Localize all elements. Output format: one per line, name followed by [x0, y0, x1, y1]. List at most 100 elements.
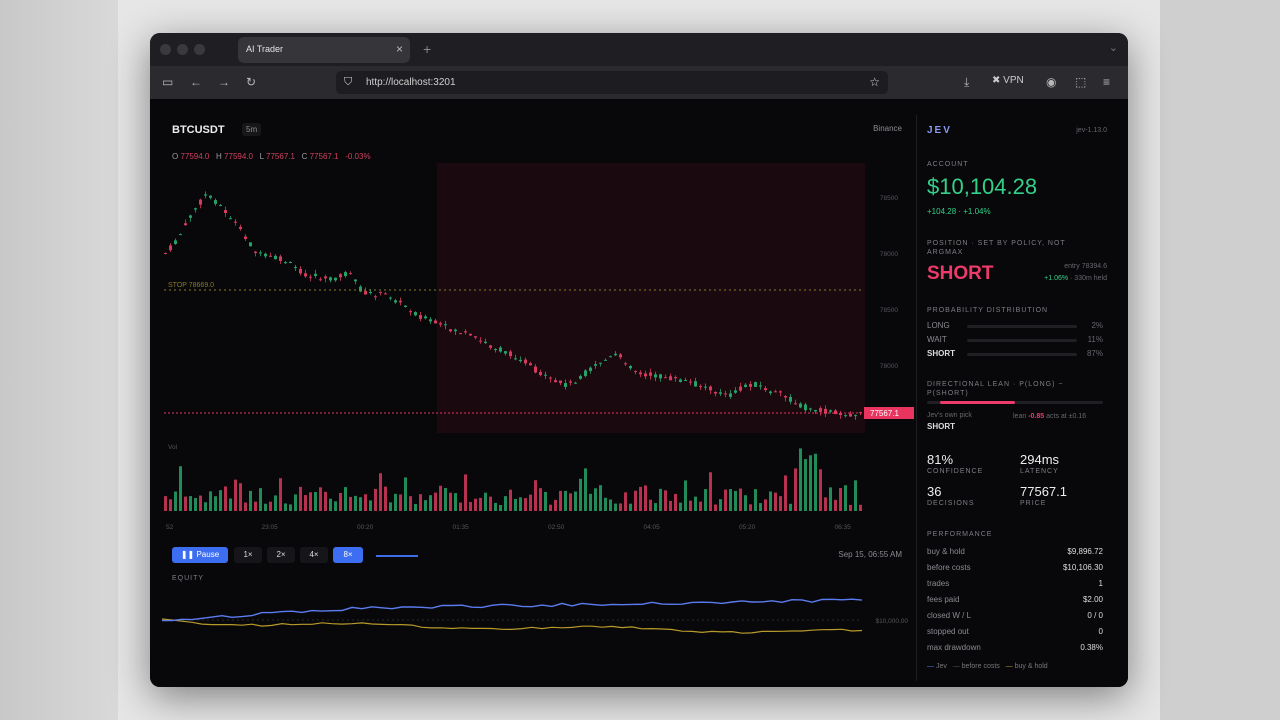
volume-bar — [669, 500, 672, 511]
candle-body — [494, 349, 497, 351]
candle-body — [219, 205, 222, 207]
volume-bar — [684, 480, 687, 511]
volume-bar — [249, 490, 252, 511]
time-tick: 02:50 — [548, 524, 565, 531]
candle-body — [559, 380, 562, 383]
volume-bar — [174, 491, 177, 511]
candle-body — [289, 261, 292, 263]
volume-bar — [824, 497, 827, 511]
candle-body — [669, 376, 672, 381]
equity-ref-value: $10,000.00 — [875, 618, 908, 625]
volume-bar — [314, 491, 317, 511]
volume-bar — [549, 504, 552, 511]
volume-bar — [204, 502, 207, 511]
perf-value: 0.38% — [1080, 643, 1103, 652]
forward-icon[interactable]: → — [218, 75, 230, 89]
stat-value: 77567.1 — [1020, 484, 1067, 499]
menu-icon[interactable]: ≡ — [1103, 75, 1110, 89]
volume-bar — [604, 497, 607, 511]
volume-bar — [229, 498, 232, 511]
candle-body — [174, 240, 177, 244]
close-window-dot[interactable] — [160, 44, 171, 55]
candle-body — [724, 393, 727, 395]
candle-body — [584, 370, 587, 377]
candle-body — [774, 391, 777, 393]
speed-1x-button[interactable]: 1× — [234, 547, 262, 563]
perf-value: $2.00 — [1082, 595, 1103, 604]
candle-body — [244, 236, 247, 240]
volume-bar — [449, 492, 452, 511]
vpn-button[interactable]: ✖ VPN — [992, 75, 1024, 86]
candle-body — [329, 277, 332, 281]
volume-bar — [409, 496, 412, 511]
candle-body — [784, 396, 787, 398]
candle-body — [699, 385, 702, 387]
chevron-down-icon[interactable]: ⌄ — [1109, 41, 1118, 54]
candle-body — [254, 251, 257, 254]
pause-button[interactable]: ❚❚ Pause — [172, 547, 228, 563]
candle-body — [274, 255, 277, 260]
candle-body — [484, 341, 487, 344]
candle-body — [599, 362, 602, 364]
volume-bar — [539, 488, 542, 511]
candle-body — [199, 199, 202, 205]
bookmark-star-icon[interactable]: ☆ — [869, 75, 880, 89]
minimize-window-dot[interactable] — [177, 44, 188, 55]
volume-bar — [804, 459, 807, 511]
speed-4x-button[interactable]: 4× — [300, 547, 328, 563]
lean-value: -0.85 — [1028, 413, 1045, 420]
speed-2x-button[interactable]: 2× — [267, 547, 295, 563]
volume-bar — [699, 501, 702, 511]
volume-bar — [514, 498, 517, 511]
candle-body — [399, 300, 402, 303]
volume-bar — [349, 496, 352, 511]
back-icon[interactable]: ← — [190, 75, 202, 89]
volume-bar — [219, 490, 222, 511]
position-pnl-row: +1.06% · 330m held — [1044, 275, 1107, 282]
volume-bar — [234, 479, 237, 511]
perf-row: trades 1 — [927, 579, 1103, 588]
volume-bar — [339, 493, 342, 511]
volume-bar — [399, 494, 402, 511]
extensions-icon[interactable]: ⬚ — [1075, 75, 1086, 89]
volume-bar — [779, 496, 782, 511]
price-chart[interactable]: STOP 78669.0 77567.1 78500 78000 78500 7… — [162, 115, 914, 535]
candle-body — [654, 374, 657, 378]
maximize-window-dot[interactable] — [194, 44, 205, 55]
speed-8x-button[interactable]: 8× — [333, 547, 363, 563]
volume-bar — [394, 493, 397, 511]
vpn-label: VPN — [1003, 75, 1024, 86]
stat-value: 36 — [927, 484, 942, 499]
download-icon[interactable]: ⤓ — [964, 75, 969, 90]
address-bar[interactable]: ⛉ http://localhost:3201 ☆ — [336, 71, 888, 94]
candle-body — [624, 363, 627, 365]
volume-bar — [444, 488, 447, 511]
candle-body — [789, 396, 792, 402]
candle-body — [739, 386, 742, 391]
candle-body — [619, 354, 622, 358]
candle-body — [639, 372, 642, 375]
perf-value: $10,106.30 — [1062, 563, 1103, 572]
candle-body — [809, 408, 812, 410]
volume-bar — [614, 503, 617, 511]
volume-bar — [254, 501, 257, 511]
new-tab-icon[interactable]: + — [423, 41, 431, 57]
account-icon[interactable]: ◉ — [1046, 75, 1056, 89]
equity-chart: $10,000.00 — [162, 598, 908, 634]
playback-slider[interactable] — [376, 555, 418, 557]
close-tab-icon[interactable]: × — [396, 42, 403, 56]
equity-legend: — Jev — before costs — buy & hold — [927, 663, 1048, 670]
candle-body — [664, 377, 667, 379]
stat-label: PRICE — [1020, 500, 1047, 507]
volume-bar — [529, 494, 532, 511]
candle-body — [304, 273, 307, 277]
volume-bar — [639, 486, 642, 511]
nav-bar: ▭ ← → ↻ ⛉ http://localhost:3201 ☆ ⤓ ✖ VP… — [150, 66, 1128, 99]
reload-icon[interactable]: ↻ — [246, 75, 256, 89]
volume-bar — [334, 501, 337, 511]
volume-bar — [769, 491, 772, 511]
candle-body — [549, 377, 552, 379]
tab-ai-trader[interactable]: AI Trader × — [238, 37, 410, 63]
sidebar-toggle-icon[interactable]: ▭ — [162, 75, 173, 89]
candle-body — [514, 358, 517, 360]
